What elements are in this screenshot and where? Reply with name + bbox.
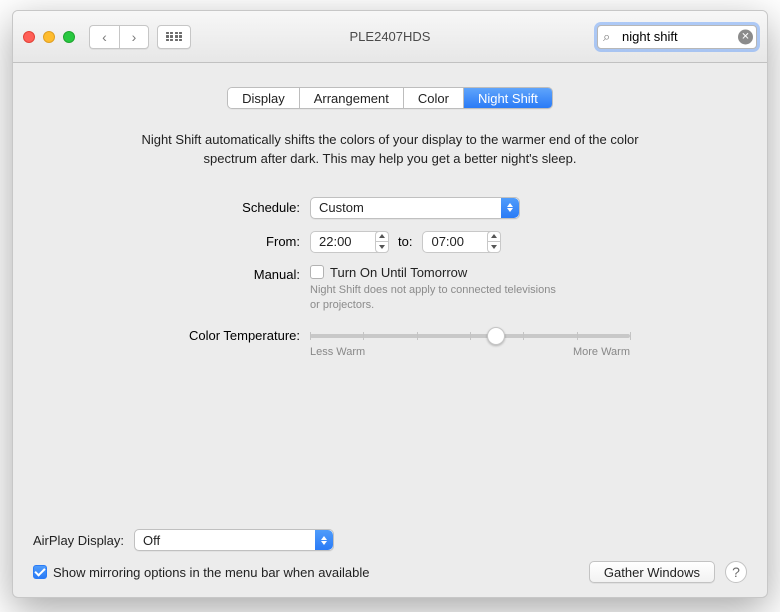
tab-display[interactable]: Display: [228, 88, 300, 108]
tab-bar: Display Arrangement Color Night Shift: [33, 87, 747, 109]
slider-ticks: [310, 330, 630, 342]
forward-button[interactable]: ›: [119, 25, 149, 49]
show-all-button[interactable]: [157, 25, 191, 49]
back-button[interactable]: ‹: [89, 25, 119, 49]
manual-checkbox-row[interactable]: Turn On Until Tomorrow: [310, 265, 630, 280]
search-field[interactable]: ⌕ ✕: [597, 25, 757, 49]
to-label: to:: [398, 234, 412, 249]
grid-icon: [166, 32, 182, 42]
schedule-value: Custom: [319, 200, 364, 215]
popup-arrows-icon: [501, 198, 519, 218]
airplay-popup[interactable]: Off: [134, 529, 334, 551]
clear-search-icon[interactable]: ✕: [738, 29, 753, 44]
schedule-label: Schedule:: [150, 200, 300, 215]
manual-checkbox-label: Turn On Until Tomorrow: [330, 265, 467, 280]
tab-color[interactable]: Color: [404, 88, 464, 108]
mirroring-checkbox-row[interactable]: Show mirroring options in the menu bar w…: [33, 565, 370, 580]
popup-arrows-icon: [315, 530, 333, 550]
airplay-label: AirPlay Display:: [33, 533, 124, 548]
tab-night-shift[interactable]: Night Shift: [464, 88, 552, 108]
slider-more-label: More Warm: [573, 346, 630, 358]
search-icon: ⌕: [603, 29, 610, 45]
chevron-right-icon: ›: [132, 29, 137, 45]
minimize-icon[interactable]: [43, 31, 55, 43]
from-time-value: 22:00: [319, 234, 352, 249]
from-label: From:: [150, 234, 300, 249]
nav-back-forward: ‹ ›: [89, 25, 149, 49]
to-time-field[interactable]: 07:00: [422, 231, 500, 253]
from-stepper[interactable]: [375, 231, 389, 253]
color-temp-slider[interactable]: Less Warm More Warm: [310, 324, 630, 364]
help-button[interactable]: ?: [725, 561, 747, 583]
close-icon[interactable]: [23, 31, 35, 43]
night-shift-description: Night Shift automatically shifts the col…: [120, 131, 660, 169]
to-stepper[interactable]: [487, 231, 501, 253]
chevron-left-icon: ‹: [102, 29, 107, 45]
manual-checkbox[interactable]: [310, 265, 324, 279]
manual-hint: Night Shift does not apply to connected …: [310, 283, 560, 313]
titlebar: ‹ › PLE2407HDS ⌕ ✕: [13, 11, 767, 63]
mirroring-checkbox[interactable]: [33, 565, 47, 579]
mirroring-label: Show mirroring options in the menu bar w…: [53, 565, 370, 580]
zoom-icon[interactable]: [63, 31, 75, 43]
schedule-popup[interactable]: Custom: [310, 197, 520, 219]
tab-arrangement[interactable]: Arrangement: [300, 88, 404, 108]
slider-less-label: Less Warm: [310, 346, 365, 358]
from-time-field[interactable]: 22:00: [310, 231, 388, 253]
search-input[interactable]: [597, 25, 757, 49]
pane-body: Display Arrangement Color Night Shift Ni…: [13, 63, 767, 597]
color-temp-label: Color Temperature:: [150, 324, 300, 343]
gather-windows-button[interactable]: Gather Windows: [589, 561, 715, 583]
preferences-window: ‹ › PLE2407HDS ⌕ ✕ Display Arrangement C…: [12, 10, 768, 598]
slider-thumb[interactable]: [487, 327, 505, 345]
airplay-value: Off: [143, 533, 160, 548]
window-controls: [23, 31, 75, 43]
manual-label: Manual:: [150, 265, 300, 282]
to-time-value: 07:00: [431, 234, 464, 249]
